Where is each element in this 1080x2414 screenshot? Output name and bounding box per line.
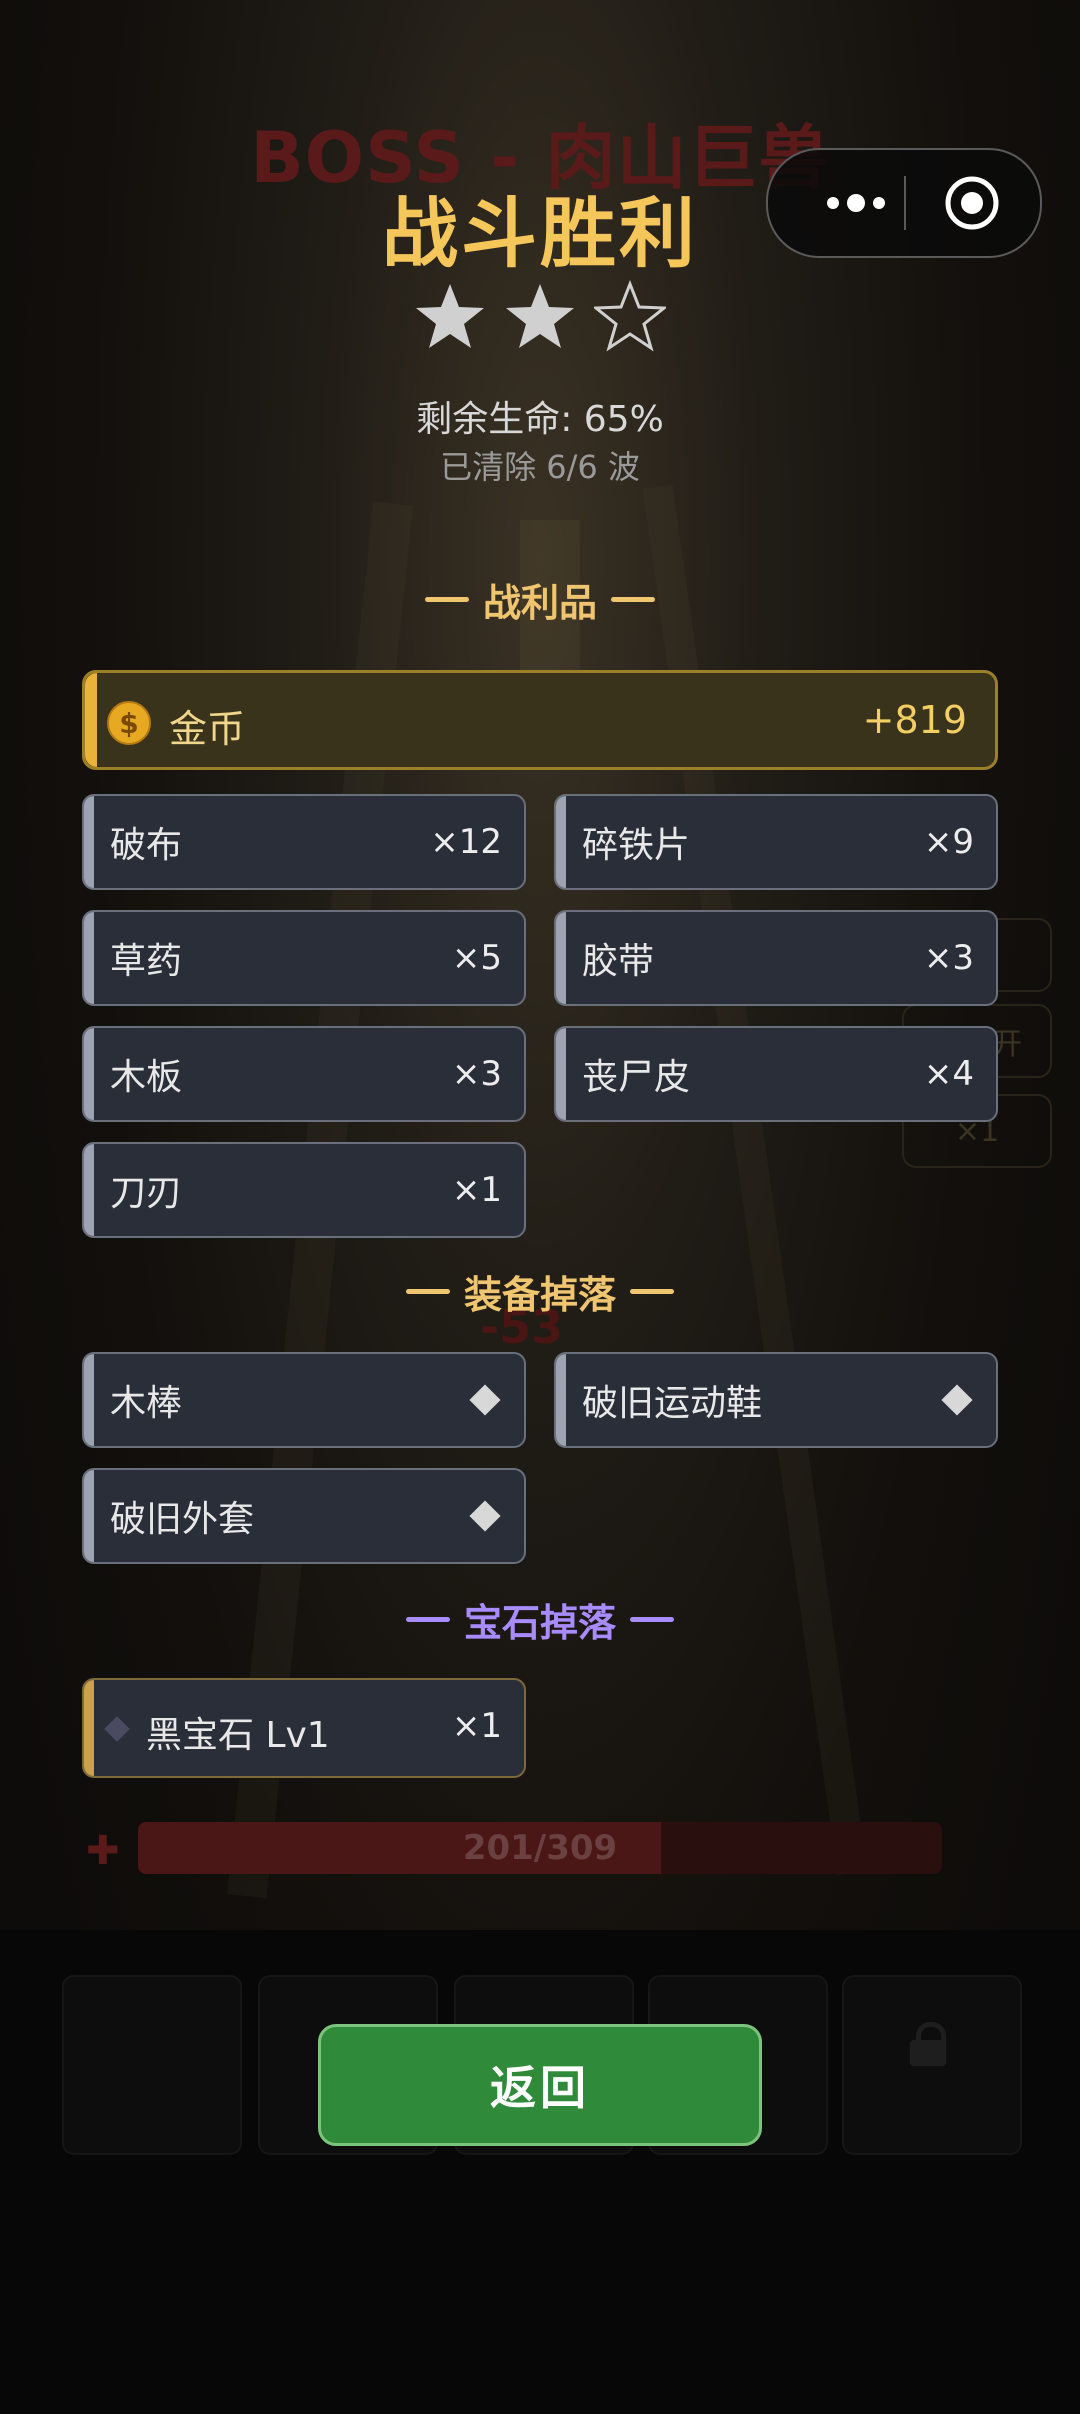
equipment-name: 破旧外套 (110, 1499, 255, 1540)
card-accent-bar (84, 1144, 94, 1236)
item-quantity: ×9 (923, 822, 974, 862)
equipment-card: 破旧运动鞋 (554, 1352, 998, 1448)
item-name: 木板 (110, 1057, 183, 1098)
card-accent-bar (84, 1354, 94, 1446)
star-rating (0, 280, 1080, 352)
loot-item-card: 丧尸皮 ×4 (554, 1026, 998, 1122)
card-accent-bar (556, 912, 566, 1004)
loot-item-card: 草药 ×5 (82, 910, 526, 1006)
title-dash (630, 1289, 674, 1294)
gem-icon (104, 1716, 130, 1742)
card-accent-bar (85, 673, 97, 767)
card-accent-bar (84, 796, 94, 888)
item-name: 草药 (110, 941, 183, 982)
skill-slot (62, 1975, 242, 2155)
gold-amount: +819 (862, 698, 967, 742)
loot-section-title: 战利品 (0, 572, 1080, 627)
star-filled-icon (416, 284, 484, 348)
loot-item-card: 碎铁片 ×9 (554, 794, 998, 890)
gold-reward-card: $ 金币 +819 (82, 670, 998, 770)
boss-hp-text: 201/309 (462, 1828, 618, 1868)
loot-item-card: 胶带 ×3 (554, 910, 998, 1006)
loot-item-card: 刀刃 ×1 (82, 1142, 526, 1238)
item-quantity: ×3 (923, 938, 974, 978)
diamond-icon (469, 1384, 501, 1416)
waves-cleared: 已清除 6/6 波 (440, 448, 640, 486)
star-empty-icon (594, 280, 666, 352)
item-name: 刀刃 (110, 1173, 183, 1214)
return-button[interactable]: 返回 (318, 2024, 762, 2146)
gem-name: 黑宝石 Lv1 (146, 1715, 330, 1756)
title-dash (424, 597, 469, 602)
item-quantity: ×1 (451, 1170, 502, 1210)
equipment-name: 木棒 (110, 1383, 183, 1424)
lock-icon (910, 2022, 946, 2066)
equipment-name: 破旧运动鞋 (582, 1383, 763, 1424)
loot-item-card: 破布 ×12 (82, 794, 526, 890)
item-name: 丧尸皮 (582, 1057, 691, 1098)
item-name: 碎铁片 (582, 825, 691, 866)
equipment-card: 破旧外套 (82, 1468, 526, 1564)
health-cross-icon: ✚ (86, 1828, 120, 1874)
gem-section-title: 宝石掉落 (0, 1592, 1080, 1647)
title-dash (405, 1617, 450, 1622)
title-dash (611, 597, 655, 602)
gem-drop-card: 黑宝石 Lv1 ×1 (82, 1678, 526, 1778)
victory-title: 战斗胜利 (382, 189, 698, 278)
card-accent-bar (84, 1470, 94, 1562)
card-accent-bar (556, 1354, 566, 1446)
loot-title-text: 战利品 (482, 581, 597, 625)
card-accent-bar (84, 912, 94, 1004)
coin-icon: $ (107, 701, 151, 745)
title-dash (405, 1289, 450, 1294)
equipment-card: 木棒 (82, 1352, 526, 1448)
star-filled-icon (506, 284, 574, 348)
card-accent-bar (556, 796, 566, 888)
equipment-section-title: 装备掉落 (0, 1264, 1080, 1319)
item-quantity: ×4 (923, 1054, 974, 1094)
gem-title-text: 宝石掉落 (463, 1601, 616, 1645)
item-quantity: ×12 (430, 822, 502, 862)
remaining-hp: 剩余生命: 65% (416, 399, 664, 440)
item-quantity: ×3 (451, 1054, 502, 1094)
card-accent-bar (556, 1028, 566, 1120)
boss-hp-bar: 201/309 (138, 1822, 942, 1874)
item-name: 胶带 (582, 941, 655, 982)
diamond-icon (941, 1384, 973, 1416)
title-dash (630, 1617, 674, 1622)
item-quantity: ×5 (451, 938, 502, 978)
gem-quantity: ×1 (451, 1706, 502, 1746)
diamond-icon (469, 1500, 501, 1532)
loot-item-card: 木板 ×3 (82, 1026, 526, 1122)
gold-label: 金币 (169, 707, 246, 751)
item-name: 破布 (110, 825, 183, 866)
equipment-title-text: 装备掉落 (463, 1273, 616, 1317)
card-accent-bar (84, 1028, 94, 1120)
card-accent-bar (84, 1680, 94, 1776)
